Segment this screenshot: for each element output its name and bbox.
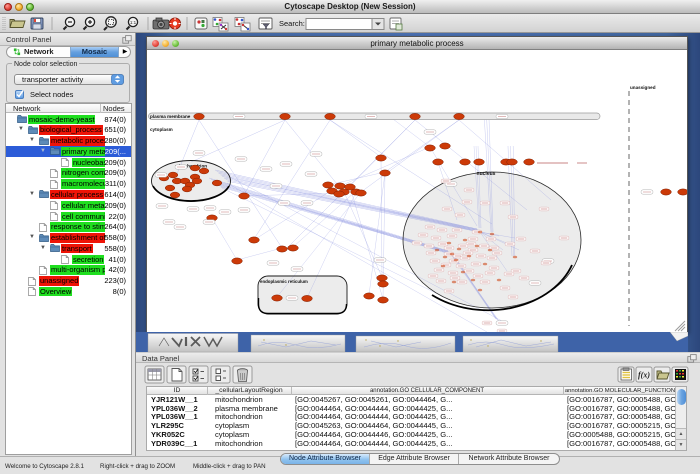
- svg-text:endoplasmic reticulum: endoplasmic reticulum: [260, 279, 308, 284]
- svg-text:cytoplasm: cytoplasm: [150, 127, 173, 132]
- svg-text:plasma membrane: plasma membrane: [150, 114, 191, 119]
- svg-text:nucleus: nucleus: [477, 171, 496, 177]
- svg-text:Search:: Search:: [279, 19, 305, 28]
- svg-text:unassigned: unassigned: [630, 85, 656, 90]
- svg-text:f(x): f(x): [638, 371, 650, 380]
- svg-text:1:1: 1:1: [130, 20, 137, 25]
